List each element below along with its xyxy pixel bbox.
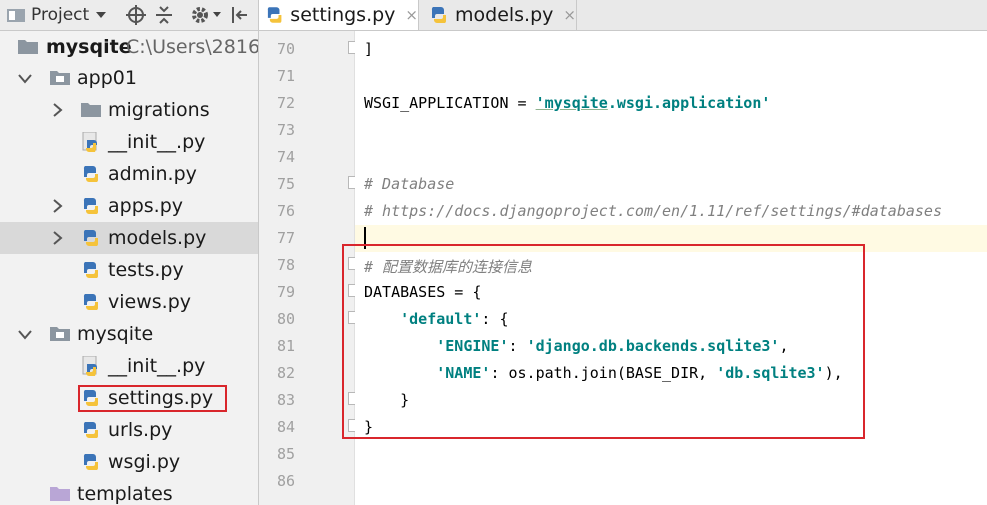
line-number-gutter: 70 71 72 73 74 75 76 77 78 79 80 81 82 8… xyxy=(259,31,360,505)
chevron-down-icon[interactable] xyxy=(212,10,222,20)
python-file-icon xyxy=(82,132,97,152)
project-folder-icon xyxy=(7,9,25,22)
tree-item-wsgi[interactable]: wsgi.py xyxy=(0,446,258,478)
tree-item-label: urls.py xyxy=(108,419,173,441)
string-token: 'mysqite.wsgi.application' xyxy=(536,94,771,112)
tab-label: models.py xyxy=(455,4,554,26)
project-name: mysqite xyxy=(46,36,132,58)
folder-icon xyxy=(18,40,38,54)
line-number: 84 xyxy=(276,418,295,436)
folder-icon xyxy=(50,487,70,501)
tree-item-mysqite[interactable]: mysqite xyxy=(0,318,258,350)
line-number: 75 xyxy=(276,175,295,193)
gear-icon[interactable] xyxy=(190,5,210,25)
tree-item-mysqite-init[interactable]: __init__.py xyxy=(0,350,258,382)
line-number: 70 xyxy=(276,40,295,58)
close-icon[interactable]: × xyxy=(405,6,418,24)
code-line-75: # Database xyxy=(364,175,455,193)
python-file-icon xyxy=(83,454,99,470)
folder-icon xyxy=(50,327,70,341)
line-number: 73 xyxy=(276,121,295,139)
tree-item-apps[interactable]: apps.py xyxy=(0,190,258,222)
tree-item-label: app01 xyxy=(77,67,137,89)
tree-item-label: templates xyxy=(77,483,173,505)
tree-item-templates[interactable]: templates xyxy=(0,478,258,505)
string-rest-part: .wsgi.application' xyxy=(607,94,771,112)
line-number: 72 xyxy=(276,94,295,112)
python-file-icon xyxy=(267,7,282,23)
line-number: 71 xyxy=(276,67,295,85)
chevron-right-icon[interactable] xyxy=(50,231,64,245)
tree-item-migrations[interactable]: migrations xyxy=(0,94,258,126)
line-number: 82 xyxy=(276,364,295,382)
locate-icon[interactable] xyxy=(126,5,146,25)
tree-item-app01-init[interactable]: __init__.py xyxy=(0,126,258,158)
tree-item-label: admin.py xyxy=(108,163,197,185)
project-view-label: Project xyxy=(31,5,90,25)
tree-root[interactable]: mysqite C:\Users\28163 xyxy=(0,31,258,63)
tree-item-label: apps.py xyxy=(108,195,184,217)
tree-item-label: tests.py xyxy=(108,259,184,281)
chevron-right-icon[interactable] xyxy=(50,103,64,117)
project-panel: Project mysqite C:\Users\28163 app01 mig… xyxy=(0,0,259,505)
line-number: 81 xyxy=(276,337,295,355)
line-number: 80 xyxy=(276,310,295,328)
editor-tab-bar: settings.py × models.py × xyxy=(259,0,987,31)
databases-highlight-box xyxy=(342,244,865,439)
python-file-icon xyxy=(431,7,447,23)
string-quote-part: 'mysqite xyxy=(535,94,608,112)
line-number: 86 xyxy=(276,472,295,490)
python-file-icon xyxy=(83,198,99,214)
code-token: ] xyxy=(364,40,374,58)
tree-item-label: models.py xyxy=(108,227,207,249)
code-line-70: ] xyxy=(364,40,373,58)
python-file-icon xyxy=(83,166,99,182)
project-toolbar: Project xyxy=(0,0,258,31)
tree-item-label: __init__.py xyxy=(108,131,206,153)
tab-label: settings.py xyxy=(290,4,396,26)
python-file-icon xyxy=(83,230,99,246)
line-number: 83 xyxy=(276,391,295,409)
tree-item-admin[interactable]: admin.py xyxy=(0,158,258,190)
tree-item-views[interactable]: views.py xyxy=(0,286,258,318)
folder-icon xyxy=(81,103,101,117)
chevron-down-icon xyxy=(96,12,107,18)
line-number: 76 xyxy=(276,202,295,220)
tab-settings[interactable]: settings.py × xyxy=(259,0,419,30)
tree-item-models[interactable]: models.py xyxy=(0,222,258,254)
tree-item-label: views.py xyxy=(108,291,191,313)
chevron-down-icon[interactable] xyxy=(18,327,32,341)
chevron-right-icon[interactable] xyxy=(50,199,64,213)
tree-item-label: mysqite xyxy=(77,323,154,345)
project-path: C:\Users\28163 xyxy=(126,36,259,58)
tree-item-app01[interactable]: app01 xyxy=(0,62,258,94)
code-token: WSGI_APPLICATION = xyxy=(364,94,536,112)
tree-item-label: __init__.py xyxy=(108,355,206,377)
python-file-icon xyxy=(83,262,99,278)
line-number: 85 xyxy=(276,445,295,463)
python-file-icon xyxy=(83,294,99,310)
line-number: 79 xyxy=(276,283,295,301)
python-file-icon xyxy=(83,422,99,438)
line-number: 74 xyxy=(276,148,295,166)
hide-panel-icon[interactable] xyxy=(230,5,250,25)
tree-item-urls[interactable]: urls.py xyxy=(0,414,258,446)
tree-item-label: migrations xyxy=(108,99,210,121)
code-line-76: # https://docs.djangoproject.com/en/1.11… xyxy=(364,202,942,220)
tree-item-tests[interactable]: tests.py xyxy=(0,254,258,286)
tree-item-label: wsgi.py xyxy=(108,451,181,473)
collapse-all-icon[interactable] xyxy=(154,5,174,25)
chevron-down-icon[interactable] xyxy=(18,71,32,85)
python-file-icon xyxy=(82,356,97,376)
tab-models[interactable]: models.py × xyxy=(419,0,577,30)
project-view-selector[interactable]: Project xyxy=(6,0,107,30)
code-line-72: WSGI_APPLICATION = 'mysqite.wsgi.applica… xyxy=(364,94,770,112)
settings-highlight-box xyxy=(78,385,227,412)
folder-icon xyxy=(50,71,70,85)
line-number: 77 xyxy=(276,229,295,247)
line-number: 78 xyxy=(276,256,295,274)
close-icon[interactable]: × xyxy=(563,6,576,24)
